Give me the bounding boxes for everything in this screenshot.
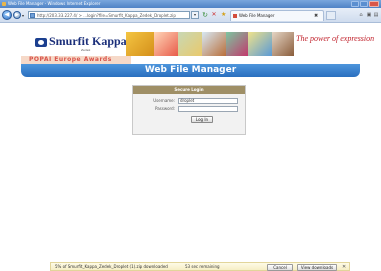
address-url[interactable]: http://203.33.227.4/ > ...login?file=Smu…: [37, 12, 187, 19]
print-icon[interactable]: ▤: [373, 12, 379, 18]
username-field[interactable]: droplet: [178, 98, 238, 104]
browser-toolbar: ◀ ▶ ▾ http://203.33.227.4/ > ...login?fi…: [0, 8, 381, 23]
tab-favicon-icon: [233, 14, 237, 18]
tab-web-file-manager[interactable]: Web File Manager ✖: [230, 10, 324, 21]
minimize-button[interactable]: [351, 1, 359, 7]
address-dropdown-button[interactable]: ▾: [191, 11, 199, 19]
header-banner: Smurfit Kappa Zedek The power of express…: [21, 32, 374, 77]
new-tab-button[interactable]: [326, 11, 336, 20]
logo-subtitle: Zedek: [81, 48, 91, 52]
logo-area: Smurfit Kappa Zedek: [21, 32, 127, 56]
password-label: Password:: [154, 106, 175, 111]
page-content: Smurfit Kappa Zedek The power of express…: [0, 23, 381, 271]
password-field[interactable]: [178, 106, 238, 112]
back-button[interactable]: ◀: [2, 10, 12, 20]
download-status-text: 5% of Smurfit_Kappa_Zedek_Droplet (1).zi…: [55, 264, 168, 269]
download-remaining-text: 53 sec remaining: [185, 264, 220, 269]
ie-app-icon: [2, 2, 6, 6]
window-title: Web File Manager - Windows Internet Expl…: [8, 1, 101, 6]
feeds-icon[interactable]: ▣: [366, 12, 372, 18]
banner-photo: [226, 32, 248, 56]
refresh-icon[interactable]: ↻: [201, 11, 209, 19]
login-header: Secure Login: [133, 86, 245, 94]
banner-photo: [178, 32, 202, 56]
window-titlebar: Web File Manager - Windows Internet Expl…: [0, 0, 381, 8]
banner-photo: [248, 32, 272, 56]
login-button[interactable]: Log In: [191, 116, 213, 123]
stop-icon[interactable]: ✕: [210, 11, 218, 19]
login-header-text: Secure Login: [174, 87, 204, 92]
tagline: The power of expression: [296, 34, 375, 43]
address-bar[interactable]: http://203.33.227.4/ > ...login?file=Smu…: [28, 11, 190, 19]
award-strip: POPAI Europe Awards: [21, 56, 131, 64]
secure-login-panel: Secure Login Username: droplet Password:…: [132, 85, 246, 135]
home-icon[interactable]: ⌂: [358, 12, 364, 18]
tab-label: Web File Manager: [239, 13, 275, 18]
banner-photo: [272, 32, 294, 56]
smurfit-kappa-logo-icon: [35, 38, 47, 47]
page-icon: [30, 13, 35, 18]
download-notification-bar: 5% of Smurfit_Kappa_Zedek_Droplet (1).zi…: [50, 262, 350, 271]
forward-button[interactable]: ▶: [13, 11, 21, 19]
tab-close-icon[interactable]: ✖: [314, 12, 318, 20]
banner-photo: [202, 32, 226, 56]
cancel-download-button[interactable]: Cancel: [267, 264, 293, 271]
banner-photo: [154, 32, 178, 56]
view-downloads-button[interactable]: View downloads: [297, 264, 337, 271]
banner-photo: [126, 32, 154, 56]
award-text: POPAI Europe Awards: [29, 56, 112, 63]
page-title: Web File Manager: [144, 65, 237, 75]
favorites-star-icon[interactable]: ★: [221, 11, 226, 19]
maximize-button[interactable]: [360, 1, 368, 7]
title-strip: Web File Manager: [21, 64, 360, 77]
close-window-button[interactable]: [369, 1, 379, 7]
logo-text: Smurfit Kappa: [49, 34, 127, 48]
username-label: Username:: [153, 98, 175, 103]
history-dropdown-icon[interactable]: ▾: [22, 13, 24, 18]
close-notification-icon[interactable]: ✕: [342, 263, 346, 271]
